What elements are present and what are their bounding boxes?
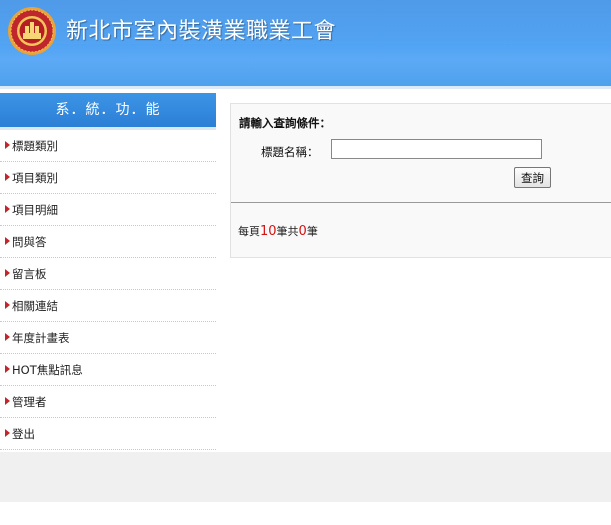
query-panel: 請輸入查詢條件： 標題名稱： 查詢 每頁10筆共0筆 — [230, 103, 611, 258]
arrow-right-icon — [5, 269, 10, 277]
paging-summary: 每頁10筆共0筆 — [238, 223, 318, 239]
sidebar-item-hot-news[interactable]: HOT焦點訊息 — [0, 354, 216, 386]
sidebar-nav: 標題類別 項目類別 項目明細 問與答 留言板 相關連結 年度計畫表 HOT焦點訊… — [0, 130, 216, 450]
panel-divider — [231, 202, 611, 203]
page-footer — [0, 452, 611, 502]
main-content: 請輸入查詢條件： 標題名稱： 查詢 每頁10筆共0筆 — [216, 93, 611, 452]
sidebar-item-label: 管理者 — [12, 395, 47, 409]
arrow-right-icon — [5, 205, 10, 213]
site-title: 新北市室內裝潢業職業工會 — [66, 19, 337, 44]
title-name-label: 標題名稱： — [261, 145, 319, 159]
query-heading: 請輸入查詢條件： — [239, 116, 331, 130]
sidebar-item-item-category[interactable]: 項目類別 — [0, 162, 216, 194]
total-count: 0 — [298, 224, 307, 239]
arrow-right-icon — [5, 237, 10, 245]
site-header: 新北市室內裝潢業職業工會 — [0, 0, 611, 88]
sidebar-item-administrator[interactable]: 管理者 — [0, 386, 216, 418]
arrow-right-icon — [5, 397, 10, 405]
sidebar-item-related-links[interactable]: 相關連結 — [0, 290, 216, 322]
search-button[interactable]: 查詢 — [514, 167, 551, 188]
title-name-input[interactable] — [331, 139, 542, 159]
per-page-count: 10 — [260, 224, 277, 239]
sidebar-item-label: 問與答 — [12, 235, 47, 249]
sidebar-item-label: 留言板 — [12, 267, 47, 281]
paging-suffix: 筆 — [306, 225, 318, 238]
sidebar-item-label: 年度計畫表 — [12, 331, 70, 345]
arrow-right-icon — [5, 301, 10, 309]
union-logo-icon — [8, 7, 56, 55]
header-divider — [0, 86, 611, 89]
sidebar-item-label: 登出 — [12, 427, 35, 441]
arrow-right-icon — [5, 141, 10, 149]
sidebar-item-message-board[interactable]: 留言板 — [0, 258, 216, 290]
sidebar-item-title-category[interactable]: 標題類別 — [0, 130, 216, 162]
arrow-right-icon — [5, 173, 10, 181]
sidebar-item-label: HOT焦點訊息 — [12, 363, 83, 377]
arrow-right-icon — [5, 365, 10, 373]
sidebar-item-label: 項目明細 — [12, 203, 58, 217]
paging-prefix: 每頁 — [238, 225, 260, 238]
sidebar: 系．統．功．能 標題類別 項目類別 項目明細 問與答 留言板 相關連結 年度計畫… — [0, 93, 216, 452]
sidebar-item-faq[interactable]: 問與答 — [0, 226, 216, 258]
sidebar-item-item-details[interactable]: 項目明細 — [0, 194, 216, 226]
sidebar-title: 系．統．功．能 — [0, 93, 216, 127]
arrow-right-icon — [5, 333, 10, 341]
arrow-right-icon — [5, 429, 10, 437]
sidebar-item-logout[interactable]: 登出 — [0, 418, 216, 450]
sidebar-item-annual-plan[interactable]: 年度計畫表 — [0, 322, 216, 354]
sidebar-item-label: 相關連結 — [12, 299, 58, 313]
paging-middle: 筆共 — [276, 225, 299, 238]
sidebar-item-label: 標題類別 — [12, 139, 58, 153]
sidebar-item-label: 項目類別 — [12, 171, 58, 185]
